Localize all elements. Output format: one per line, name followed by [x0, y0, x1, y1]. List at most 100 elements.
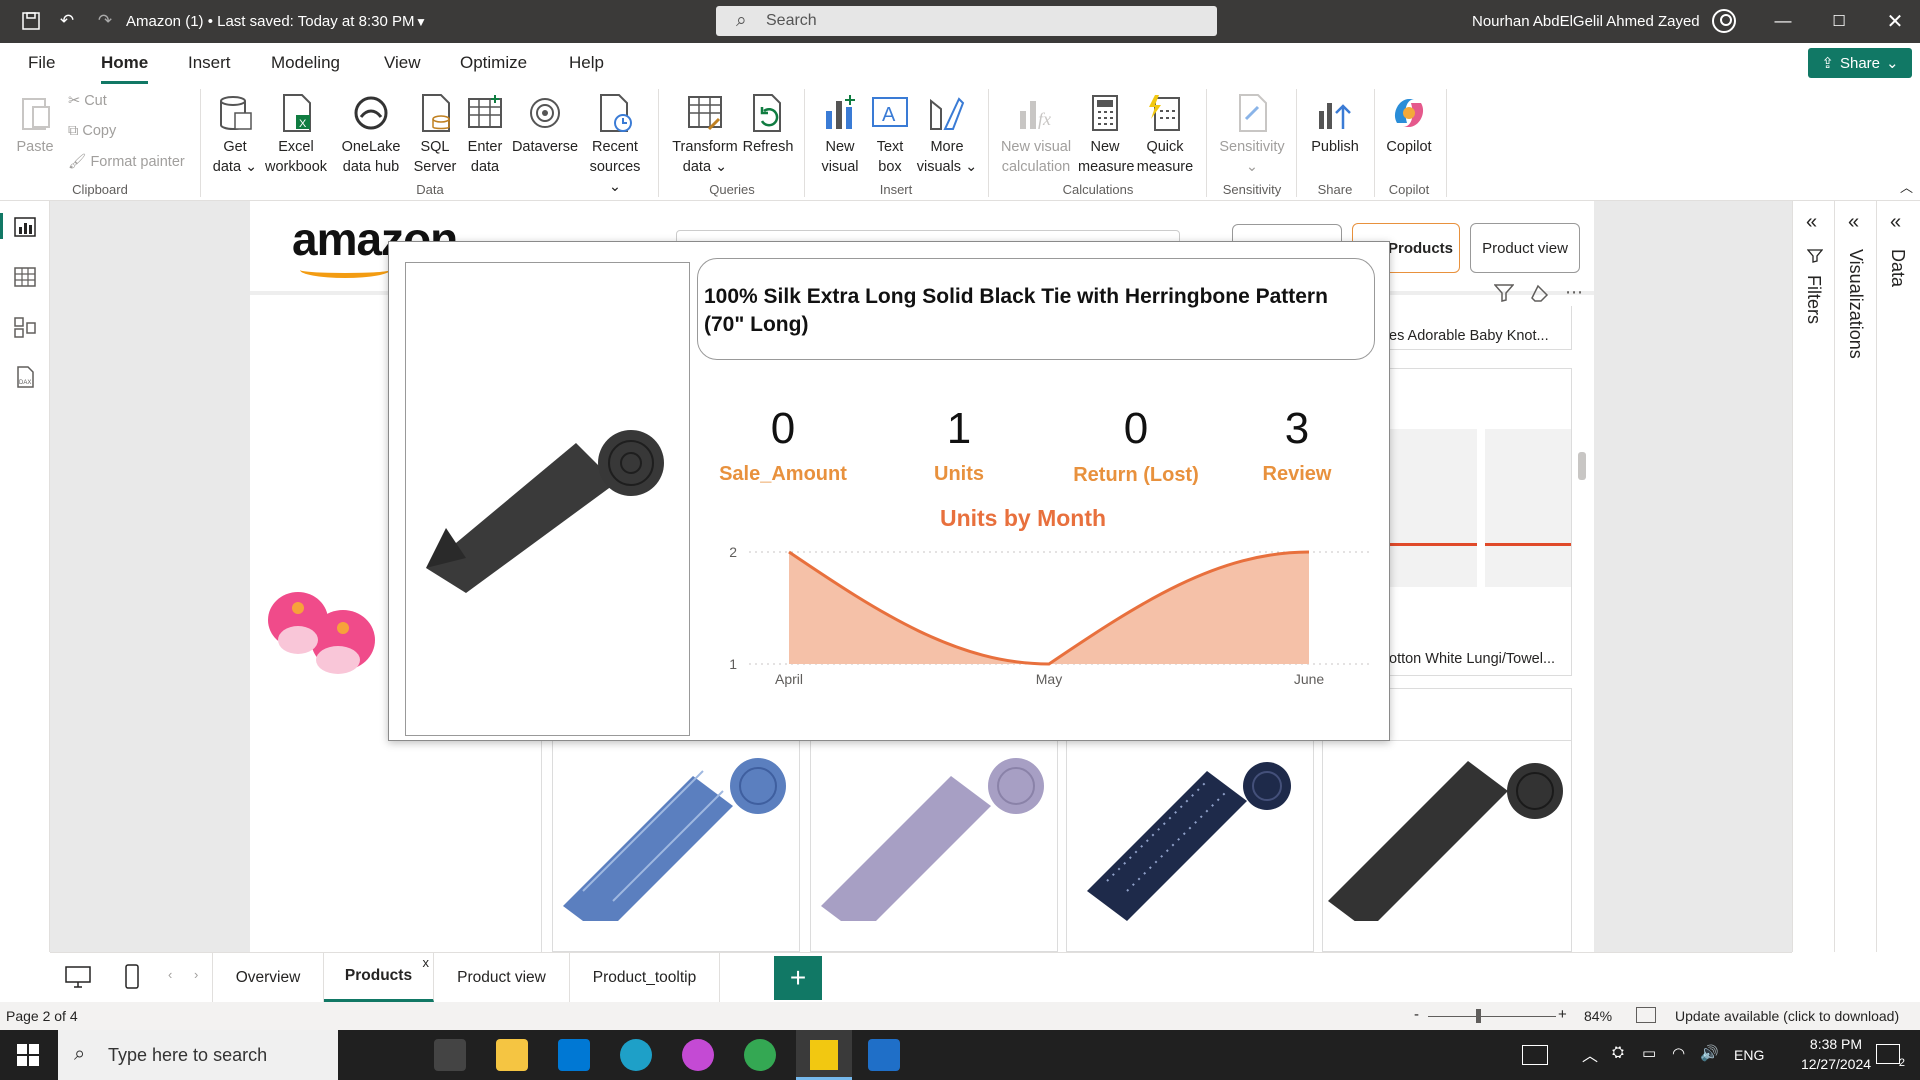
prev-page-icon[interactable]: ‹ — [168, 967, 172, 982]
update-available-link[interactable]: Update available (click to download) — [1675, 1008, 1899, 1024]
news-widget-icon[interactable] — [1522, 1045, 1548, 1065]
undo-icon[interactable]: ↶ — [54, 8, 80, 34]
expand-visualizations-icon[interactable]: « — [1848, 211, 1859, 234]
copilot-taskbar-icon[interactable] — [682, 1039, 714, 1071]
new-visual-calculation-button[interactable]: fx New visual calculation — [996, 93, 1076, 177]
input-language[interactable]: ENG — [1734, 1047, 1764, 1063]
menu-view[interactable]: View — [384, 53, 421, 73]
excel-workbook-button[interactable]: X Excel workbook — [261, 93, 331, 177]
table-view-icon[interactable] — [12, 265, 38, 289]
battery-icon[interactable]: ▭ — [1642, 1044, 1656, 1062]
menu-help[interactable]: Help — [569, 53, 604, 73]
show-hidden-icons[interactable]: ︿ — [1582, 1042, 1598, 1066]
product-card[interactable]: otton White Lungi/Towel... — [1384, 368, 1572, 676]
file-explorer-icon[interactable] — [496, 1039, 528, 1071]
taskbar-search-input[interactable]: ⌕ Type here to search — [58, 1030, 338, 1080]
next-page-icon[interactable]: › — [194, 967, 198, 982]
sql-server-button[interactable]: SQL Server — [412, 93, 458, 177]
notification-center-icon[interactable]: 2 — [1876, 1044, 1905, 1069]
redo-icon[interactable]: ↷ — [92, 8, 118, 34]
quick-measure-button[interactable]: Quick measure — [1136, 93, 1194, 177]
windows-start-icon[interactable] — [16, 1043, 40, 1072]
cut-button[interactable]: ✂ Cut — [68, 93, 107, 109]
product-view-nav-button[interactable]: Product view — [1470, 223, 1580, 273]
dax-query-view-icon[interactable]: DAX — [12, 365, 38, 389]
format-painter-button[interactable]: 🖌 Format painter — [68, 153, 185, 170]
network-icon[interactable]: ⛭ — [1612, 1044, 1624, 1061]
zoom-in-icon[interactable]: + — [1558, 1006, 1567, 1023]
fit-to-page-icon[interactable] — [1636, 1007, 1656, 1023]
document-title[interactable]: Amazon (1) • Last saved: Today at 8:30 P… — [126, 13, 414, 30]
zoom-slider-thumb[interactable] — [1476, 1009, 1481, 1023]
chevron-down-icon[interactable]: ▼ — [408, 9, 434, 35]
product-card[interactable] — [810, 740, 1058, 952]
new-visual-button[interactable]: New visual — [814, 93, 866, 177]
menu-home[interactable]: Home — [101, 53, 149, 84]
publish-button[interactable]: Publish — [1306, 93, 1364, 157]
zoom-out-icon[interactable]: - — [1414, 1006, 1419, 1023]
refresh-button[interactable]: Refresh — [742, 93, 794, 157]
share-button[interactable]: ⇪ Share ⌄ — [1808, 48, 1912, 78]
onelake-button[interactable]: OneLake data hub — [333, 93, 409, 177]
expand-filters-icon[interactable]: « — [1806, 211, 1817, 234]
dataverse-button[interactable]: Dataverse — [510, 93, 580, 157]
get-data-button[interactable]: Get data ⌄ — [210, 93, 260, 177]
clock-time[interactable]: 8:38 PM — [1786, 1036, 1886, 1052]
chrome-icon[interactable] — [744, 1039, 776, 1071]
wifi-icon[interactable]: ◠ — [1672, 1044, 1685, 1062]
zoom-level[interactable]: 84% — [1584, 1008, 1612, 1024]
close-icon[interactable]: ✕ — [1882, 8, 1908, 34]
copy-button[interactable]: ⧉ Copy — [68, 123, 116, 139]
product-card[interactable]: es Adorable Baby Knot... — [1384, 306, 1572, 350]
paste-button[interactable]: Paste — [10, 93, 60, 157]
close-tab-icon[interactable]: x — [423, 955, 430, 970]
tab-overview[interactable]: Overview — [212, 953, 324, 1002]
products-nav-label: Products — [1387, 239, 1453, 257]
model-view-icon[interactable] — [12, 315, 38, 339]
data-pane-collapsed[interactable]: « Data — [1876, 201, 1918, 952]
recent-sources-button[interactable]: Recent sources ⌄ — [584, 93, 646, 197]
microsoft-store-icon[interactable] — [558, 1039, 590, 1071]
edge-icon[interactable] — [620, 1039, 652, 1071]
menu-modeling[interactable]: Modeling — [271, 53, 340, 73]
power-bi-taskbar-active[interactable] — [796, 1030, 852, 1080]
more-options-icon[interactable]: ⋯ — [1565, 282, 1583, 303]
filters-pane-collapsed[interactable]: « Filters — [1792, 201, 1834, 952]
menu-optimize[interactable]: Optimize — [460, 53, 527, 73]
tab-product-tooltip[interactable]: Product_tooltip — [570, 953, 720, 1002]
product-card[interactable] — [1322, 740, 1572, 952]
zoom-slider[interactable] — [1428, 1016, 1556, 1017]
avatar[interactable] — [1712, 9, 1736, 33]
filter-icon[interactable] — [1493, 284, 1515, 307]
add-page-button[interactable]: + — [774, 956, 822, 1000]
tab-products[interactable]: Products x — [324, 953, 434, 1002]
enter-data-button[interactable]: Enter data — [462, 93, 508, 177]
expand-data-icon[interactable]: « — [1890, 211, 1901, 234]
mobile-layout-icon[interactable] — [124, 963, 140, 996]
menu-file[interactable]: File — [28, 53, 55, 73]
more-visuals-button[interactable]: More visuals ⌄ — [916, 93, 978, 177]
task-view-icon[interactable] — [434, 1039, 466, 1071]
maximize-icon[interactable]: ☐ — [1826, 8, 1852, 34]
desktop-layout-icon[interactable] — [64, 965, 92, 994]
collapse-ribbon-icon[interactable]: ︿ — [1900, 177, 1913, 196]
product-card[interactable] — [1066, 740, 1314, 952]
tab-product-view[interactable]: Product view — [434, 953, 570, 1002]
scrollbar-thumb[interactable] — [1578, 452, 1586, 480]
report-view-icon[interactable] — [12, 215, 38, 239]
sensitivity-button[interactable]: Sensitivity ⌄ — [1214, 93, 1290, 177]
transform-data-button[interactable]: Transform data ⌄ — [668, 93, 742, 177]
product-card[interactable] — [552, 740, 800, 952]
text-box-button[interactable]: A Text box — [866, 93, 914, 177]
copilot-button[interactable]: Copilot — [1380, 93, 1438, 157]
new-measure-button[interactable]: New measure — [1078, 93, 1134, 177]
save-icon[interactable] — [18, 8, 44, 34]
clock-date[interactable]: 12/27/2024 — [1786, 1056, 1886, 1072]
menu-insert[interactable]: Insert — [188, 53, 231, 73]
eraser-icon[interactable] — [1530, 284, 1550, 307]
search-input[interactable]: ⌕ Search — [716, 6, 1217, 36]
visualizations-pane-collapsed[interactable]: « Visualizations — [1834, 201, 1876, 952]
media-app-icon[interactable] — [868, 1039, 900, 1071]
minimize-icon[interactable]: — — [1770, 8, 1796, 34]
volume-icon[interactable]: 🔊 — [1700, 1044, 1719, 1062]
